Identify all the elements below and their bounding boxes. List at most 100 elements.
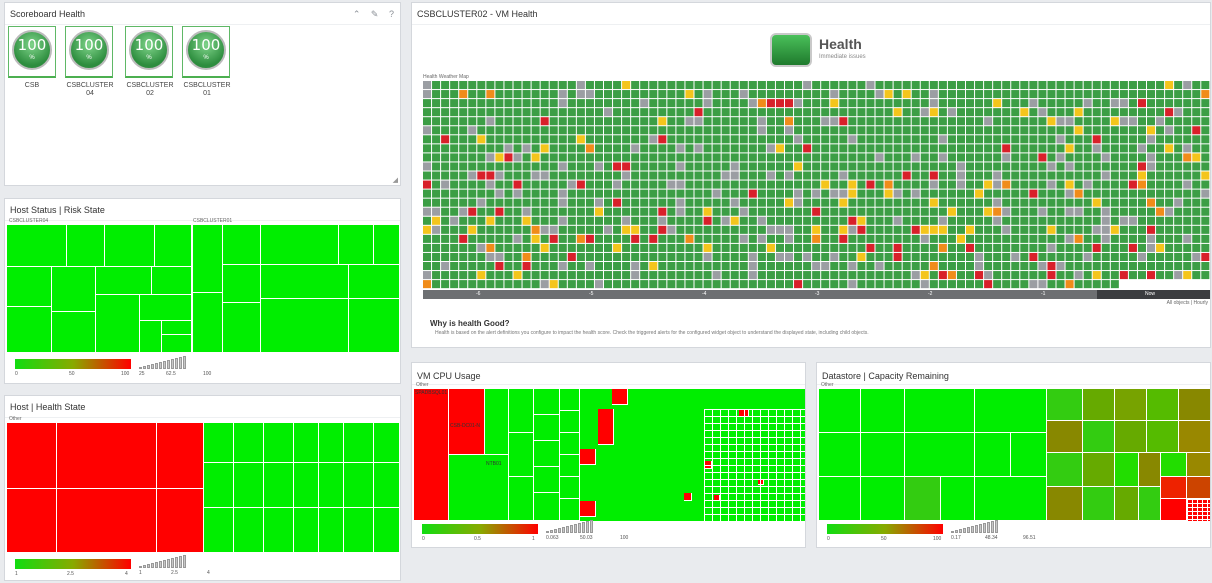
- weather-map-cell[interactable]: [567, 252, 576, 261]
- weather-map-cell[interactable]: [1201, 99, 1210, 108]
- weather-map-cell[interactable]: [1083, 271, 1092, 280]
- treemap-cell[interactable]: [157, 489, 204, 553]
- weather-map-cell[interactable]: [694, 171, 703, 180]
- weather-map-cell[interactable]: [504, 126, 513, 135]
- weather-map-cell[interactable]: [1011, 81, 1020, 90]
- weather-map-cell[interactable]: [975, 216, 984, 225]
- weather-map-cell[interactable]: [975, 198, 984, 207]
- weather-map-cell[interactable]: [522, 108, 531, 117]
- weather-map-cell[interactable]: [1047, 262, 1056, 271]
- weather-map-cell[interactable]: [902, 225, 911, 234]
- weather-map-cell[interactable]: [1020, 216, 1029, 225]
- weather-map-cell[interactable]: [803, 153, 812, 162]
- weather-map-cell[interactable]: [766, 171, 775, 180]
- weather-map-cell[interactable]: [468, 216, 477, 225]
- weather-map-cell[interactable]: [911, 198, 920, 207]
- weather-map-cell[interactable]: [920, 189, 929, 198]
- weather-map-cell[interactable]: [712, 234, 721, 243]
- weather-map-cell[interactable]: [667, 243, 676, 252]
- weather-map-cell[interactable]: [459, 252, 468, 261]
- weather-map-cell[interactable]: [730, 162, 739, 171]
- weather-map-cell[interactable]: [739, 271, 748, 280]
- weather-map-cell[interactable]: [604, 280, 613, 289]
- weather-map-cell[interactable]: [640, 81, 649, 90]
- weather-map-cell[interactable]: [884, 198, 893, 207]
- weather-map-cell[interactable]: [1038, 81, 1047, 90]
- weather-map-cell[interactable]: [694, 126, 703, 135]
- weather-map-cell[interactable]: [1128, 180, 1137, 189]
- weather-map-cell[interactable]: [929, 180, 938, 189]
- weather-map-cell[interactable]: [884, 126, 893, 135]
- weather-map-cell[interactable]: [757, 171, 766, 180]
- weather-map-cell[interactable]: [993, 189, 1002, 198]
- weather-map-cell[interactable]: [984, 144, 993, 153]
- weather-map-cell[interactable]: [558, 216, 567, 225]
- weather-map-cell[interactable]: [1201, 225, 1210, 234]
- weather-map-cell[interactable]: [848, 252, 857, 261]
- weather-map-cell[interactable]: [1020, 243, 1029, 252]
- weather-map-cell[interactable]: [748, 234, 757, 243]
- weather-map-cell[interactable]: [486, 243, 495, 252]
- weather-map-cell[interactable]: [875, 225, 884, 234]
- weather-map-cell[interactable]: [441, 234, 450, 243]
- weather-map-cell[interactable]: [459, 234, 468, 243]
- weather-map-cell[interactable]: [1011, 280, 1020, 289]
- weather-map-cell[interactable]: [1183, 117, 1192, 126]
- weather-map-cell[interactable]: [540, 180, 549, 189]
- weather-map-cell[interactable]: [975, 189, 984, 198]
- weather-map-cell[interactable]: [975, 117, 984, 126]
- weather-map-cell[interactable]: [694, 252, 703, 261]
- weather-map-cell[interactable]: [1038, 144, 1047, 153]
- weather-map-cell[interactable]: [1020, 108, 1029, 117]
- weather-map-cell[interactable]: [1201, 216, 1210, 225]
- weather-map-cell[interactable]: [441, 90, 450, 99]
- weather-map-cell[interactable]: [730, 108, 739, 117]
- weather-map-cell[interactable]: [794, 207, 803, 216]
- health-weather-map[interactable]: [423, 81, 1211, 290]
- weather-map-cell[interactable]: [857, 198, 866, 207]
- weather-map-cell[interactable]: [703, 280, 712, 289]
- weather-map-cell[interactable]: [1192, 117, 1201, 126]
- weather-map-cell[interactable]: [1183, 108, 1192, 117]
- weather-map-cell[interactable]: [966, 216, 975, 225]
- treemap-cell[interactable]: [1047, 487, 1083, 521]
- weather-map-cell[interactable]: [1192, 90, 1201, 99]
- weather-map-cell[interactable]: [929, 207, 938, 216]
- weather-map-cell[interactable]: [1083, 171, 1092, 180]
- weather-map-cell[interactable]: [441, 243, 450, 252]
- weather-map-cell[interactable]: [1011, 225, 1020, 234]
- weather-map-cell[interactable]: [1083, 126, 1092, 135]
- weather-map-cell[interactable]: [703, 252, 712, 261]
- weather-map-cell[interactable]: [893, 162, 902, 171]
- weather-map-cell[interactable]: [694, 216, 703, 225]
- weather-map-cell[interactable]: [848, 216, 857, 225]
- weather-map-cell[interactable]: [676, 189, 685, 198]
- weather-map-cell[interactable]: [531, 81, 540, 90]
- weather-map-cell[interactable]: [993, 126, 1002, 135]
- treemap-cell[interactable]: [534, 467, 560, 493]
- weather-map-cell[interactable]: [585, 225, 594, 234]
- weather-map-cell[interactable]: [1002, 271, 1011, 280]
- weather-map-cell[interactable]: [920, 117, 929, 126]
- weather-map-cell[interactable]: [875, 99, 884, 108]
- weather-map-cell[interactable]: [622, 180, 631, 189]
- weather-map-cell[interactable]: [450, 81, 459, 90]
- weather-map-cell[interactable]: [685, 216, 694, 225]
- weather-map-cell[interactable]: [1065, 243, 1074, 252]
- weather-map-cell[interactable]: [966, 135, 975, 144]
- weather-map-cell[interactable]: [423, 135, 432, 144]
- weather-map-cell[interactable]: [875, 117, 884, 126]
- weather-map-cell[interactable]: [1056, 271, 1065, 280]
- weather-map-cell[interactable]: [1065, 271, 1074, 280]
- weather-map-cell[interactable]: [649, 252, 658, 261]
- weather-map-cell[interactable]: [1002, 144, 1011, 153]
- treemap-cell[interactable]: [1161, 499, 1187, 521]
- weather-map-cell[interactable]: [966, 153, 975, 162]
- weather-map-cell[interactable]: [830, 117, 839, 126]
- weather-map-cell[interactable]: [848, 90, 857, 99]
- weather-map-cell[interactable]: [703, 162, 712, 171]
- weather-map-cell[interactable]: [739, 225, 748, 234]
- weather-map-cell[interactable]: [423, 225, 432, 234]
- weather-map-cell[interactable]: [938, 108, 947, 117]
- weather-map-cell[interactable]: [966, 252, 975, 261]
